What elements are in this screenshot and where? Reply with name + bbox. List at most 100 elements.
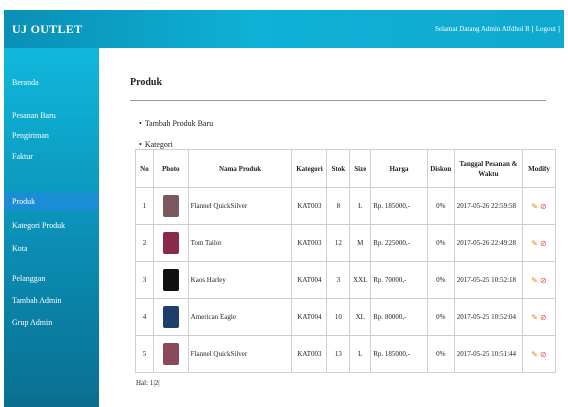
cell-nama-produk: Tom Tailor <box>187 224 293 262</box>
sidebar-item-grup-admin[interactable]: Grup Admin <box>12 318 52 327</box>
welcome-text: Selamat Datang Admin Alfdhol R <box>434 25 530 33</box>
cell-diskon: 0% <box>426 187 455 225</box>
delete-icon[interactable]: ⊘ <box>540 350 547 359</box>
sidebar-item-pengiriman[interactable]: Pengiriman <box>12 131 49 140</box>
cell-tanggal: 2017-05-26 22:59:58 <box>453 187 524 225</box>
sidebar-item-kategori-produk[interactable]: Kategori Produk <box>12 221 65 230</box>
sidebar-item-pelanggan[interactable]: Pelanggan <box>12 274 45 283</box>
cell-tanggal: 2017-05-25 10:52:04 <box>453 298 524 336</box>
table-row: 4 American Eagle KAT004 10 XL Rp. 80000,- 0% 20… <box>135 298 556 336</box>
table-header-row: No Photo Nama Produk Kategori Stok Size … <box>135 149 556 188</box>
col-header-no: No <box>135 149 154 188</box>
cell-modify: ✎ ⊘ <box>522 187 556 225</box>
pagination: Hal: 1|2| <box>136 379 160 387</box>
delete-icon[interactable]: ⊘ <box>540 239 547 248</box>
bullet-icon: • <box>139 140 142 149</box>
table-row: 5 Flannel QuickSilver KAT003 13 L Rp. 185000,… <box>135 335 556 373</box>
col-header-modify: Modify <box>522 149 556 188</box>
pager-separator: | <box>158 379 160 387</box>
title-divider <box>130 100 546 101</box>
sidebar-item-tambah-admin[interactable]: Tambah Admin <box>12 296 61 305</box>
product-photo <box>162 195 179 217</box>
cell-photo <box>152 261 189 299</box>
logout-link[interactable]: [ Logout ] <box>532 25 560 33</box>
cell-stok: 3 <box>326 261 351 299</box>
cell-stok: 13 <box>326 335 351 373</box>
cell-diskon: 0% <box>426 298 455 336</box>
cell-kategori: KAT003 <box>291 335 328 373</box>
brand-logo[interactable]: UJ OUTLET <box>12 22 82 37</box>
pencil-icon[interactable]: ✎ <box>531 276 538 285</box>
cell-kategori: KAT004 <box>291 298 328 336</box>
product-photo <box>162 232 179 254</box>
cell-diskon: 0% <box>426 224 455 262</box>
table-row: 2 Tom Tailor KAT003 12 M Rp. 225000,- 0% 2017-0… <box>135 224 556 262</box>
cell-no: 1 <box>135 187 154 225</box>
pencil-icon[interactable]: ✎ <box>531 350 538 359</box>
cell-tanggal: 2017-05-25 10:51:44 <box>453 335 524 373</box>
col-header-size: Size <box>349 149 372 188</box>
cell-kategori: KAT003 <box>291 224 328 262</box>
delete-icon[interactable]: ⊘ <box>540 313 547 322</box>
pencil-icon[interactable]: ✎ <box>531 239 538 248</box>
cell-modify: ✎ ⊘ <box>522 298 556 336</box>
cell-size: XXL <box>349 261 372 299</box>
col-header-diskon: Diskon <box>426 149 455 188</box>
pencil-icon[interactable]: ✎ <box>531 202 538 211</box>
cell-size: L <box>349 187 372 225</box>
col-header-tanggal: Tanggal Pesanan & Waktu <box>453 149 524 188</box>
cell-diskon: 0% <box>426 335 455 373</box>
col-header-kategori: Kategori <box>291 149 328 188</box>
cell-modify: ✎ ⊘ <box>522 261 556 299</box>
cell-photo <box>152 187 189 225</box>
add-product-link[interactable]: • Tambah Produk Baru <box>139 119 213 128</box>
main-content: Produk • Tambah Produk Baru • Kategori No … <box>99 48 564 407</box>
cell-kategori: KAT003 <box>291 187 328 225</box>
col-header-harga: Harga <box>370 149 428 188</box>
app-window: UJ OUTLET Selamat Datang Admin Alfdhol R… <box>4 10 564 407</box>
cell-tanggal: 2017-05-26 22:49:28 <box>453 224 524 262</box>
cell-no: 4 <box>135 298 154 336</box>
col-header-nama-produk: Nama Produk <box>187 149 293 188</box>
col-header-stok: Stok <box>326 149 351 188</box>
delete-icon[interactable]: ⊘ <box>540 202 547 211</box>
cell-harga: Rp. 185000,- <box>370 187 428 225</box>
product-table: No Photo Nama Produk Kategori Stok Size … <box>135 149 556 373</box>
cell-nama-produk: American Eagle <box>187 298 293 336</box>
cell-no: 2 <box>135 224 154 262</box>
cell-diskon: 0% <box>426 261 455 299</box>
table-row: 1 Flannel QuickSilver KAT003 8 L Rp. 185000,-… <box>135 187 556 225</box>
col-header-photo: Photo <box>152 149 189 188</box>
sidebar-item-pesanan-baru[interactable]: Pesanan Baru <box>12 111 56 120</box>
cell-harga: Rp. 225000,- <box>370 224 428 262</box>
cell-photo <box>152 335 189 373</box>
cell-harga: Rp. 185000,- <box>370 335 428 373</box>
sidebar-item-faktur[interactable]: Faktur <box>12 152 33 161</box>
cell-photo <box>152 298 189 336</box>
cell-photo <box>152 224 189 262</box>
cell-nama-produk: Flannel QuickSilver <box>187 187 293 225</box>
table-row: 3 Kaos Harley KAT004 3 XXL Rp. 70000,- 0% 2017-… <box>135 261 556 299</box>
add-product-label: Tambah Produk Baru <box>144 119 214 128</box>
sidebar-item-kota[interactable]: Kota <box>12 244 28 253</box>
category-link[interactable]: • Kategori <box>139 140 173 149</box>
cell-modify: ✎ ⊘ <box>522 335 556 373</box>
cell-size: M <box>349 224 372 262</box>
delete-icon[interactable]: ⊘ <box>540 276 547 285</box>
product-photo <box>162 343 179 365</box>
sidebar-item-produk[interactable]: Produk <box>4 193 99 210</box>
cell-tanggal: 2017-05-25 10:52:18 <box>453 261 524 299</box>
sidebar: Beranda Pesanan Baru Pengiriman Faktur P… <box>4 48 99 407</box>
cell-size: L <box>349 335 372 373</box>
cell-modify: ✎ ⊘ <box>522 224 556 262</box>
page-title: Produk <box>130 77 163 88</box>
sidebar-item-beranda[interactable]: Beranda <box>12 78 39 87</box>
product-photo <box>162 306 179 328</box>
cell-stok: 8 <box>326 187 351 225</box>
pencil-icon[interactable]: ✎ <box>531 313 538 322</box>
cell-harga: Rp. 80000,- <box>370 298 428 336</box>
cell-stok: 12 <box>326 224 351 262</box>
top-bar: UJ OUTLET Selamat Datang Admin Alfdhol R… <box>4 10 564 48</box>
product-photo <box>162 269 179 291</box>
cell-no: 3 <box>135 261 154 299</box>
